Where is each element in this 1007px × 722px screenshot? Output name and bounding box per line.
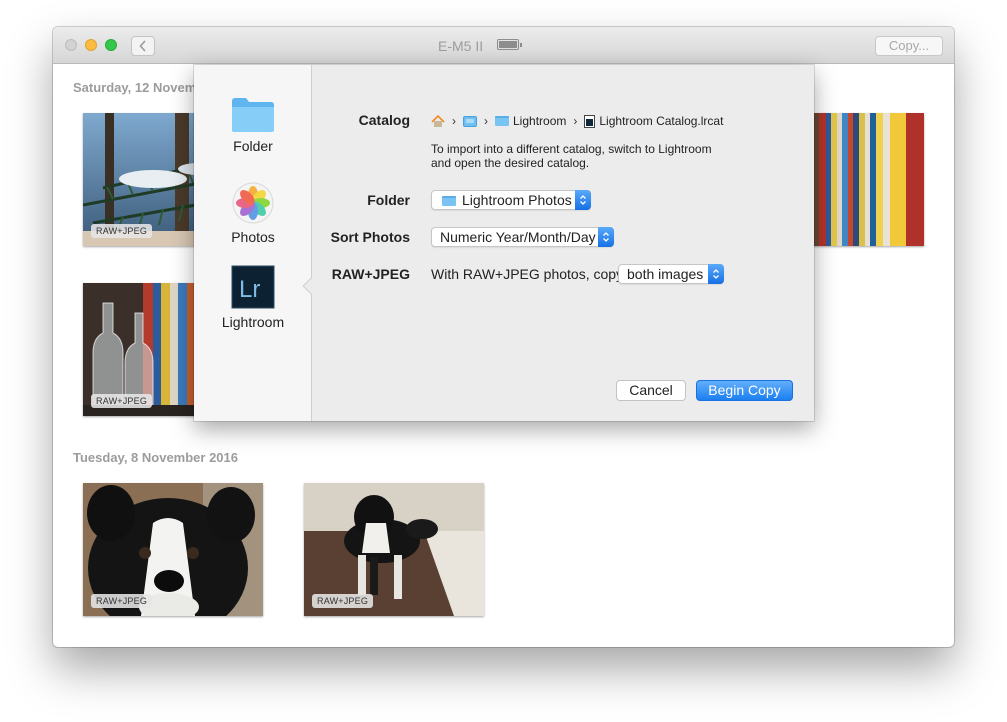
- catalog-path: › › Lightroom › Lightroom Catalog.lrcat: [431, 114, 723, 128]
- window-title: E-M5 II: [438, 38, 484, 54]
- folder-label: Folder: [367, 192, 410, 208]
- popup-arrows-icon: [575, 190, 591, 210]
- format-badge: RAW+JPEG: [91, 394, 153, 408]
- folder-icon: [495, 116, 509, 126]
- drive-icon: [463, 115, 477, 127]
- photo-thumbnail[interactable]: RAW+JPEG: [304, 483, 484, 616]
- catalog-help-text: To import into a different catalog, swit…: [431, 142, 712, 170]
- raw-jpeg-popup[interactable]: both images: [618, 264, 724, 284]
- sort-popup-value: Numeric Year/Month/Day: [440, 229, 596, 245]
- path-separator: ›: [484, 114, 488, 128]
- home-icon: [431, 114, 445, 127]
- photos-app-icon: [232, 182, 274, 224]
- path-segment: Lightroom Catalog.lrcat: [599, 114, 724, 128]
- sort-popup[interactable]: Numeric Year/Month/Day: [431, 227, 614, 247]
- folder-popup-value: Lightroom Photos: [462, 192, 572, 208]
- lightroom-icon: Lr: [231, 265, 275, 309]
- copy-sheet: Folder Photos Lr Lightroom Catalog › › L…: [194, 65, 814, 421]
- sidebar-item-label: Lightroom: [221, 314, 285, 330]
- sidebar-item-lightroom[interactable]: Lr Lightroom: [194, 265, 312, 330]
- battery-icon: [497, 39, 522, 50]
- sidebar-item-label: Folder: [233, 138, 273, 154]
- minimize-button[interactable]: [85, 39, 97, 51]
- book-spines-photo: [813, 113, 924, 246]
- raw-jpeg-label: RAW+JPEG: [331, 266, 410, 282]
- popup-arrows-icon: [598, 227, 614, 247]
- raw-jpeg-prefix: With RAW+JPEG photos, copy: [431, 266, 624, 282]
- title-bar: E-M5 II Copy...: [53, 27, 954, 64]
- sidebar-item-photos[interactable]: Photos: [194, 182, 312, 245]
- format-badge: RAW+JPEG: [91, 224, 153, 238]
- sidebar-item-folder[interactable]: Folder: [194, 95, 312, 154]
- zoom-button[interactable]: [105, 39, 117, 51]
- catalog-file-icon: [584, 114, 596, 128]
- close-button[interactable]: [65, 39, 77, 51]
- folder-popup[interactable]: Lightroom Photos: [431, 190, 591, 210]
- format-badge: RAW+JPEG: [312, 594, 374, 608]
- cancel-button[interactable]: Cancel: [616, 380, 686, 401]
- path-separator: ›: [452, 114, 456, 128]
- photo-thumbnail[interactable]: RAW+JPEG: [83, 483, 263, 616]
- destination-sidebar: Folder Photos Lr Lightroom: [194, 65, 312, 421]
- date-heading: Tuesday, 8 November 2016: [73, 450, 238, 465]
- path-segment: Lightroom: [513, 114, 567, 128]
- sidebar-item-label: Photos: [231, 229, 275, 245]
- photo-thumbnail[interactable]: [813, 113, 924, 246]
- folder-icon: [442, 196, 456, 206]
- folder-icon: [232, 98, 274, 132]
- popup-arrows-icon: [708, 264, 724, 284]
- begin-copy-button[interactable]: Begin Copy: [696, 380, 793, 401]
- chevron-left-icon: [139, 40, 146, 52]
- path-separator: ›: [573, 114, 578, 128]
- copy-button[interactable]: Copy...: [875, 36, 943, 56]
- format-badge: RAW+JPEG: [91, 594, 153, 608]
- sort-label: Sort Photos: [330, 229, 410, 245]
- raw-jpeg-popup-value: both images: [627, 266, 704, 282]
- back-button[interactable]: [131, 36, 155, 56]
- svg-text:Lr: Lr: [239, 276, 260, 303]
- catalog-label: Catalog: [358, 112, 410, 128]
